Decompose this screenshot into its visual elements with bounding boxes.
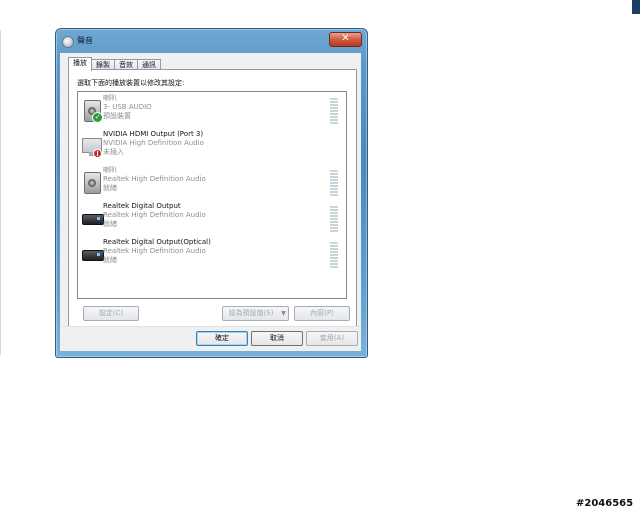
close-button[interactable]: ✕: [329, 32, 362, 47]
device-status: 預設裝置: [103, 112, 131, 120]
watermark-text: #2046565: [576, 498, 634, 509]
dialog-title: 聲音: [77, 36, 93, 45]
chevron-down-icon[interactable]: ▼: [279, 306, 289, 321]
device-status: 未插入: [103, 148, 124, 156]
device-name: 喇叭: [103, 166, 117, 174]
ok-button[interactable]: 確定: [196, 331, 248, 346]
device-item[interactable]: 喇叭 Realtek High Definition Audio 就緒: [78, 166, 346, 200]
sound-icon: [62, 36, 74, 48]
device-item[interactable]: Realtek Digital Output Realtek High Defi…: [78, 202, 346, 236]
speaker-icon: ✓: [82, 100, 103, 123]
device-driver: Realtek High Definition Audio: [103, 211, 206, 219]
device-driver: Realtek High Definition Audio: [103, 247, 206, 255]
digital-output-icon: [82, 208, 104, 230]
device-driver: Realtek High Definition Audio: [103, 175, 206, 183]
background-accent: [632, 0, 640, 14]
device-item[interactable]: NVIDIA HDMI Output (Port 3) NVIDIA High …: [78, 130, 346, 164]
volume-meter: [330, 98, 338, 124]
unplugged-icon: [93, 149, 102, 158]
dialog-button-bar: 確定 取消 套用(A): [60, 326, 361, 351]
set-default-button[interactable]: 設為預設值(S): [222, 306, 280, 321]
device-name: 喇叭: [103, 94, 117, 102]
apply-button[interactable]: 套用(A): [306, 331, 358, 346]
device-driver: 3- USB AUDIO: [103, 103, 152, 111]
properties-button[interactable]: 內容(P): [294, 306, 350, 321]
default-check-icon: ✓: [92, 112, 103, 123]
cancel-button[interactable]: 取消: [251, 331, 303, 346]
playback-panel: 選取下面的播放裝置以修改其設定: ✓ 喇叭 3- USB AUDIO 預設裝置: [68, 69, 357, 347]
device-status: 就緒: [103, 256, 117, 264]
configure-button[interactable]: 設定(C): [83, 306, 139, 321]
device-status: 就緒: [103, 184, 117, 192]
device-item[interactable]: Realtek Digital Output(Optical) Realtek …: [78, 238, 346, 272]
device-name: NVIDIA HDMI Output (Port 3): [103, 130, 204, 138]
sound-dialog: 聲音 ✕ 播放 錄製 音效 通訊 選取下面的播放裝置以修改其設定: ✓ 喇叭 3…: [55, 28, 368, 358]
dialog-client: 播放 錄製 音效 通訊 選取下面的播放裝置以修改其設定: ✓ 喇叭 3- USB…: [60, 53, 361, 347]
volume-meter: [330, 242, 338, 268]
device-name: Realtek Digital Output: [103, 202, 181, 210]
volume-meter: [330, 206, 338, 232]
device-driver: NVIDIA High Definition Audio: [103, 139, 204, 147]
device-item[interactable]: ✓ 喇叭 3- USB AUDIO 預設裝置: [78, 94, 346, 128]
speaker-icon: [82, 172, 102, 194]
device-name: Realtek Digital Output(Optical): [103, 238, 211, 246]
background-divider: [0, 30, 1, 355]
volume-meter: [330, 170, 338, 196]
device-status: 就緒: [103, 220, 117, 228]
device-list[interactable]: ✓ 喇叭 3- USB AUDIO 預設裝置 NVIDIA HDMI Outpu…: [77, 91, 347, 299]
digital-output-icon: [82, 244, 104, 266]
instruction-text: 選取下面的播放裝置以修改其設定:: [77, 79, 185, 87]
tab-playback[interactable]: 播放: [68, 57, 92, 71]
monitor-icon: [82, 136, 102, 158]
